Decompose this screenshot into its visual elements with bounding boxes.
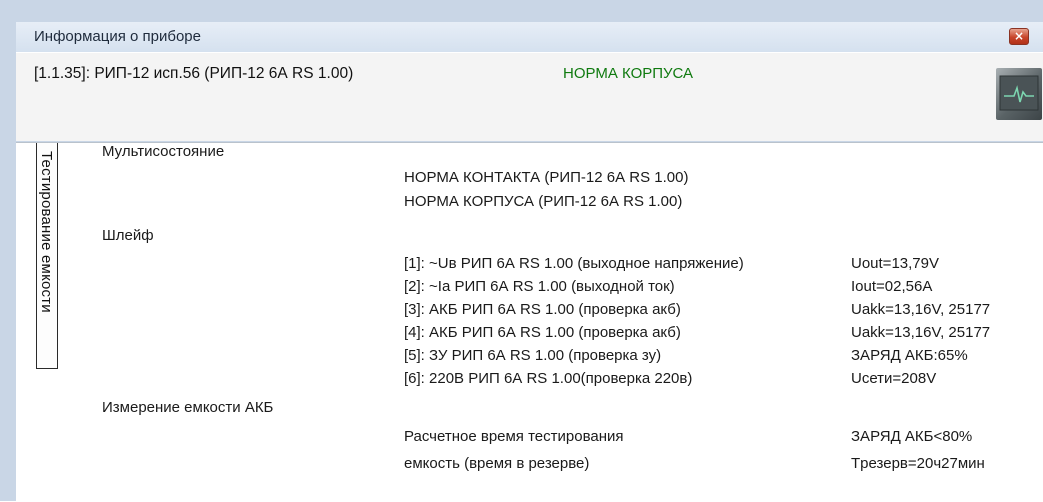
window-title: Информация о приборе (34, 28, 201, 45)
loop-row-name: [6]: 220В РИП 6А RS 1.00(проверка 220в) (404, 370, 693, 387)
loop-row-name: [3]: АКБ РИП 6А RS 1.00 (проверка акб) (404, 301, 681, 318)
loop-row-value: Uakk=13,16V, 25177 (851, 301, 991, 318)
close-button[interactable]: × (1009, 28, 1029, 45)
loop-row-value: Uakk=13,16V, 25177 (851, 324, 991, 341)
device-header: [1.1.35]: РИП-12 исп.56 (РИП-12 6А RS 1.… (16, 52, 1043, 141)
loop-row-value: Uсети=208V (851, 370, 937, 387)
loop-row-name: [1]: ~Uв РИП 6А RS 1.00 (выходное напряж… (404, 255, 744, 272)
loop-row-value: Iout=02,56A (851, 278, 933, 295)
tab-capacity-test[interactable]: Тестирование емкости (36, 143, 58, 369)
content-panel: Тестирование емкости Мультисостояние НОР… (16, 142, 1043, 502)
tab-label: Тестирование емкости (38, 151, 55, 313)
section-loop-label: Шлейф (102, 227, 154, 244)
device-info-window: Информация о приборе × [1.1.35]: РИП-12 … (0, 0, 1043, 502)
section-multistate-label: Мультисостояние (102, 143, 225, 160)
loop-row-name: [2]: ~Iа РИП 6А RS 1.00 (выходной ток) (404, 278, 675, 295)
loop-row-name: [4]: АКБ РИП 6А RS 1.00 (проверка акб) (404, 324, 681, 341)
multistate-line: НОРМА КОНТАКТА (РИП-12 6А RS 1.00) (404, 169, 689, 186)
loop-row-value: ЗАРЯД АКБ:65% (851, 347, 968, 364)
section-capacity-label: Измерение емкости АКБ (102, 399, 274, 416)
case-status-badge: НОРМА КОРПУСА (563, 65, 694, 82)
monitor-pulse-icon[interactable] (996, 68, 1042, 120)
loop-row-value: Uout=13,79V (851, 255, 939, 272)
capacity-value: Tрезерв=20ч27мин (851, 455, 985, 472)
capacity-value: ЗАРЯД АКБ<80% (851, 428, 973, 445)
multistate-line: НОРМА КОРПУСА (РИП-12 6А RS 1.00) (404, 193, 683, 210)
close-icon: × (1013, 29, 1025, 43)
title-bar[interactable]: Информация о приборе × (16, 22, 1043, 52)
loop-row-name: [5]: ЗУ РИП 6А RS 1.00 (проверка зу) (404, 347, 662, 364)
device-name: [1.1.35]: РИП-12 исп.56 (РИП-12 6А RS 1.… (34, 65, 354, 82)
capacity-line: емкость (время в резерве) (404, 455, 590, 472)
capacity-line: Расчетное время тестирования (404, 428, 624, 445)
